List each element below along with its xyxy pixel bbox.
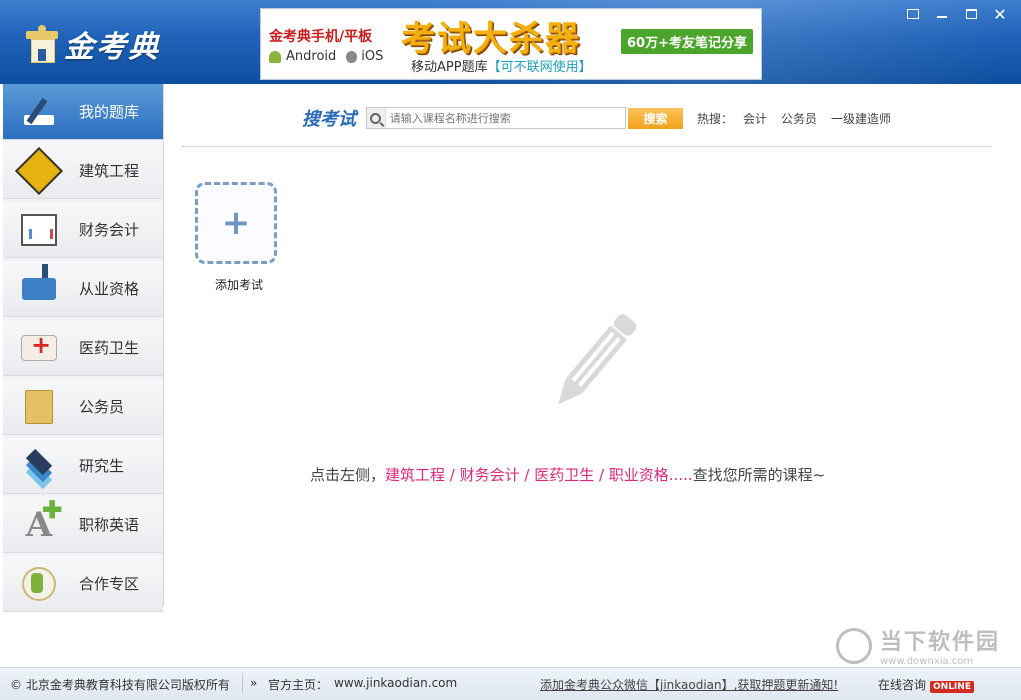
banner-sub-highlight: 【可不联网使用】 [487, 60, 592, 75]
sidebar-item-accounting[interactable]: 财务会计 [3, 202, 163, 258]
category-sidebar: 我的题库 建筑工程 财务会计 从业资格 医药卫生 公务员 研究生 A✚ 职称英语… [3, 84, 164, 612]
search-title: 搜考试 [302, 109, 356, 130]
online-consult-label: 在线咨询 [878, 678, 927, 692]
sidebar-item-cooperation[interactable]: 合作专区 [3, 556, 163, 612]
app-logo: 金考典 [26, 22, 160, 66]
layers-icon [23, 448, 55, 489]
hint-links: 建筑工程 / 财务会计 / 医药卫生 / 职业资格..... [385, 466, 693, 484]
footer-separator [242, 673, 243, 693]
letter-a-icon: A ✚ [25, 494, 63, 545]
sidebar-item-label: 医药卫生 [79, 339, 140, 357]
sidebar-item-label: 合作专区 [79, 575, 140, 593]
ad-banner[interactable]: 金考典手机/平板 Android iOS 考试大杀器 移动APP题库【可不联网使… [260, 8, 762, 80]
sidebar-item-label: 建筑工程 [79, 162, 140, 180]
banner-sub-prefix: 移动APP题库 [411, 60, 488, 75]
plus-icon: + [221, 203, 251, 243]
hot-search-item[interactable]: 公务员 [781, 110, 817, 127]
banner-sub: 移动APP题库【可不联网使用】 [411, 56, 592, 75]
sidebar-item-label: 职称英语 [79, 516, 140, 534]
search-icon [370, 112, 382, 124]
copyright-text: © 北京金考典教育科技有限公司版权所有 [10, 678, 230, 692]
sidebar-item-civil-servant[interactable]: 公务员 [3, 379, 163, 435]
cooperation-icon [22, 566, 56, 601]
divider [182, 146, 992, 147]
maximize-icon [965, 9, 977, 19]
books-icon [22, 263, 56, 300]
sidebar-item-label: 我的题库 [79, 103, 140, 121]
window-controls: ✕ [900, 4, 1013, 24]
hot-search-item[interactable]: 会计 [743, 110, 767, 127]
banner-headline: 考试大杀器 [401, 19, 581, 59]
empty-state-hint: 点击左侧，建筑工程 / 财务会计 / 医药卫生 / 职业资格.....查找您所需… [310, 464, 825, 485]
watermark-title: 当下软件园 [880, 630, 1001, 655]
hot-search-item[interactable]: 一级建造师 [831, 110, 891, 127]
hot-search: 热搜： 会计 公务员 一级建造师 [697, 110, 905, 127]
title-bar: 金考典 金考典手机/平板 Android iOS 考试大杀器 移动APP题库【可… [0, 0, 1021, 84]
sidebar-item-label: 从业资格 [79, 280, 140, 298]
search-button[interactable]: 搜索 [628, 107, 683, 129]
close-button[interactable]: ✕ [987, 4, 1013, 24]
hint-prefix: 点击左侧， [310, 466, 386, 484]
skin-icon [907, 9, 919, 19]
minimize-button[interactable] [929, 5, 955, 23]
add-exam-label: 添加考试 [214, 278, 263, 292]
banner-line1: 金考典手机/平板 [269, 29, 373, 45]
status-footer: © 北京金考典教育科技有限公司版权所有 » 官方主页： www.jinkaodi… [0, 667, 1021, 700]
pencil-book-icon [22, 97, 56, 127]
homepage-label: 官方主页： [268, 678, 329, 692]
search-input[interactable] [385, 108, 625, 128]
homepage-link[interactable]: www.jinkaodian.com [334, 676, 457, 690]
sidebar-item-qualification[interactable]: 从业资格 [3, 261, 163, 317]
maximize-button[interactable] [958, 5, 984, 23]
sidebar-item-medical[interactable]: 医药卫生 [3, 320, 163, 376]
banner-android: Android [286, 49, 337, 64]
banner-ios: iOS [361, 49, 384, 64]
sidebar-item-label: 公务员 [79, 398, 125, 416]
hint-suffix: 查找您所需的课程~ [692, 466, 826, 484]
logo-text: 金考典 [64, 30, 160, 65]
search-bar: 搜考试 搜索 热搜： 会计 公务员 一级建造师 [302, 106, 905, 130]
add-exam-button[interactable]: + [195, 182, 277, 264]
banner-platforms: Android iOS [269, 49, 383, 64]
android-icon [269, 50, 281, 63]
medical-kit-icon [21, 331, 57, 361]
wechat-notice-link[interactable]: 添加金考典公众微信【jinkaodian】,获取押题更新通知! [540, 676, 838, 693]
apple-icon [346, 50, 358, 63]
pavilion-logo-icon [26, 25, 58, 63]
minimize-icon [937, 16, 947, 18]
search-icon-box [367, 108, 386, 128]
sidebar-item-construction[interactable]: 建筑工程 [3, 143, 163, 199]
banner-badge: 60万+考友笔记分享 [621, 29, 753, 54]
construction-sign-icon [14, 146, 64, 195]
empty-state-pencil-icon [558, 314, 637, 405]
search-box [366, 107, 626, 129]
sidebar-item-label: 研究生 [79, 457, 125, 475]
sidebar-item-label: 财务会计 [79, 221, 140, 239]
online-badge: ONLINE [930, 681, 974, 693]
close-icon: ✕ [993, 4, 1007, 24]
online-consult-button[interactable]: 在线咨询 ONLINE [878, 676, 974, 693]
double-chevron-icon: » [250, 676, 258, 690]
chart-board-icon [21, 213, 57, 246]
folder-icon [25, 389, 53, 424]
watermark-url: www.downxia.com [880, 656, 974, 667]
sidebar-item-my-bank[interactable]: 我的题库 [3, 84, 163, 140]
hot-search-label: 热搜： [697, 111, 734, 126]
sidebar-item-english[interactable]: A ✚ 职称英语 [3, 494, 163, 553]
watermark-logo-icon [836, 627, 872, 664]
skin-button[interactable] [900, 5, 926, 23]
sidebar-item-graduate[interactable]: 研究生 [3, 438, 163, 494]
watermark: 当下软件园 www.downxia.com [836, 624, 1000, 667]
